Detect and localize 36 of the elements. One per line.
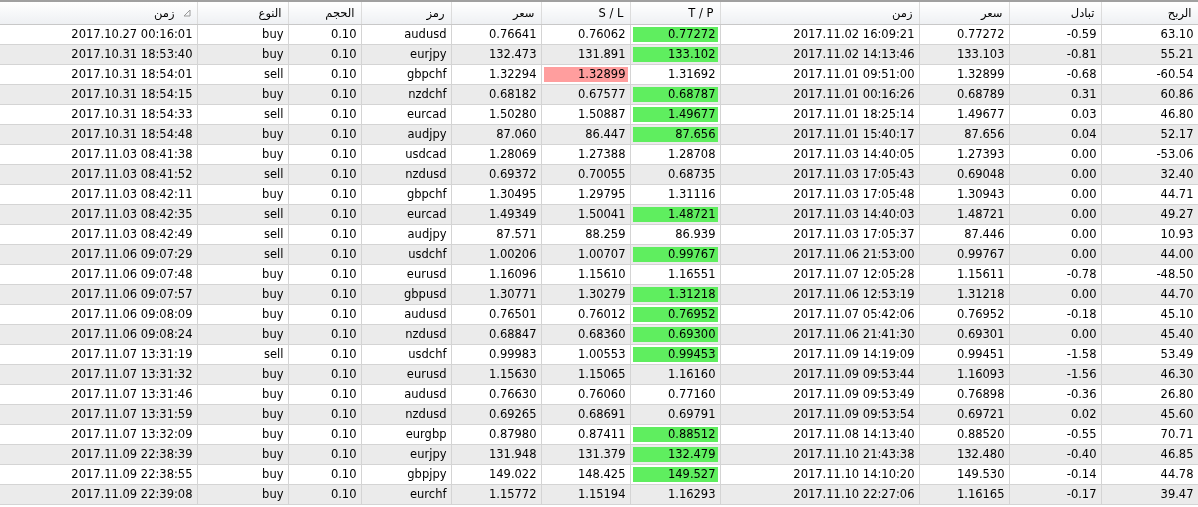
table-cell: 2017.11.03 08:41:38 [0,144,197,164]
table-cell: 2017.10.31 18:54:01 [0,64,197,84]
column-header[interactable]: تبادل [1009,2,1101,24]
column-header[interactable]: رمز [361,2,451,24]
table-cell: 2017.11.03 08:42:49 [0,224,197,244]
table-cell: 2017.11.09 22:39:08 [0,484,197,504]
table-cell: 2017.11.06 09:07:48 [0,264,197,284]
column-header[interactable]: T / P [630,2,720,24]
column-header[interactable]: الحجم [288,2,361,24]
table-cell: 2017.11.09 22:38:39 [0,444,197,464]
column-header[interactable]: S / L [541,2,630,24]
table-cell: 2017.11.03 08:41:52 [0,164,197,184]
table-cell: 2017.11.03 08:42:35 [0,204,197,224]
sort-icon [182,8,191,17]
table-cell: 2017.11.06 09:07:57 [0,284,197,304]
table-cell: 2017.11.03 08:42:11 [0,184,197,204]
table-cell: 2017.11.06 09:07:29 [0,244,197,264]
column-header[interactable]: النوع [197,2,288,24]
table-cell: 2017.11.07 13:31:46 [0,384,197,404]
table-cell: 2017.11.09 22:38:55 [0,464,197,484]
table-cell: 2017.10.27 00:16:01 [0,24,197,44]
column-header[interactable]: زمن [0,2,197,24]
table-cell: 2017.11.07 13:31:59 [0,404,197,424]
table-cell: 2017.10.31 18:54:33 [0,104,197,124]
table-cell: 2017.10.31 18:53:40 [0,44,197,64]
table-cell: 2017.11.07 13:31:19 [0,344,197,364]
table-cell: 2017.10.31 18:54:15 [0,84,197,104]
column-header[interactable]: الربح [1101,2,1198,24]
table-cell: 2017.11.06 09:08:24 [0,324,197,344]
table-cell: 2017.11.07 13:31:32 [0,364,197,384]
column-header[interactable]: زمن [720,2,919,24]
table-cell: 2017.11.07 13:32:09 [0,424,197,444]
table-cell: 2017.10.31 18:54:48 [0,124,197,144]
table-cell: 2017.11.06 09:08:09 [0,304,197,324]
column-header[interactable]: سعر [451,2,541,24]
column-header[interactable]: سعر [919,2,1009,24]
